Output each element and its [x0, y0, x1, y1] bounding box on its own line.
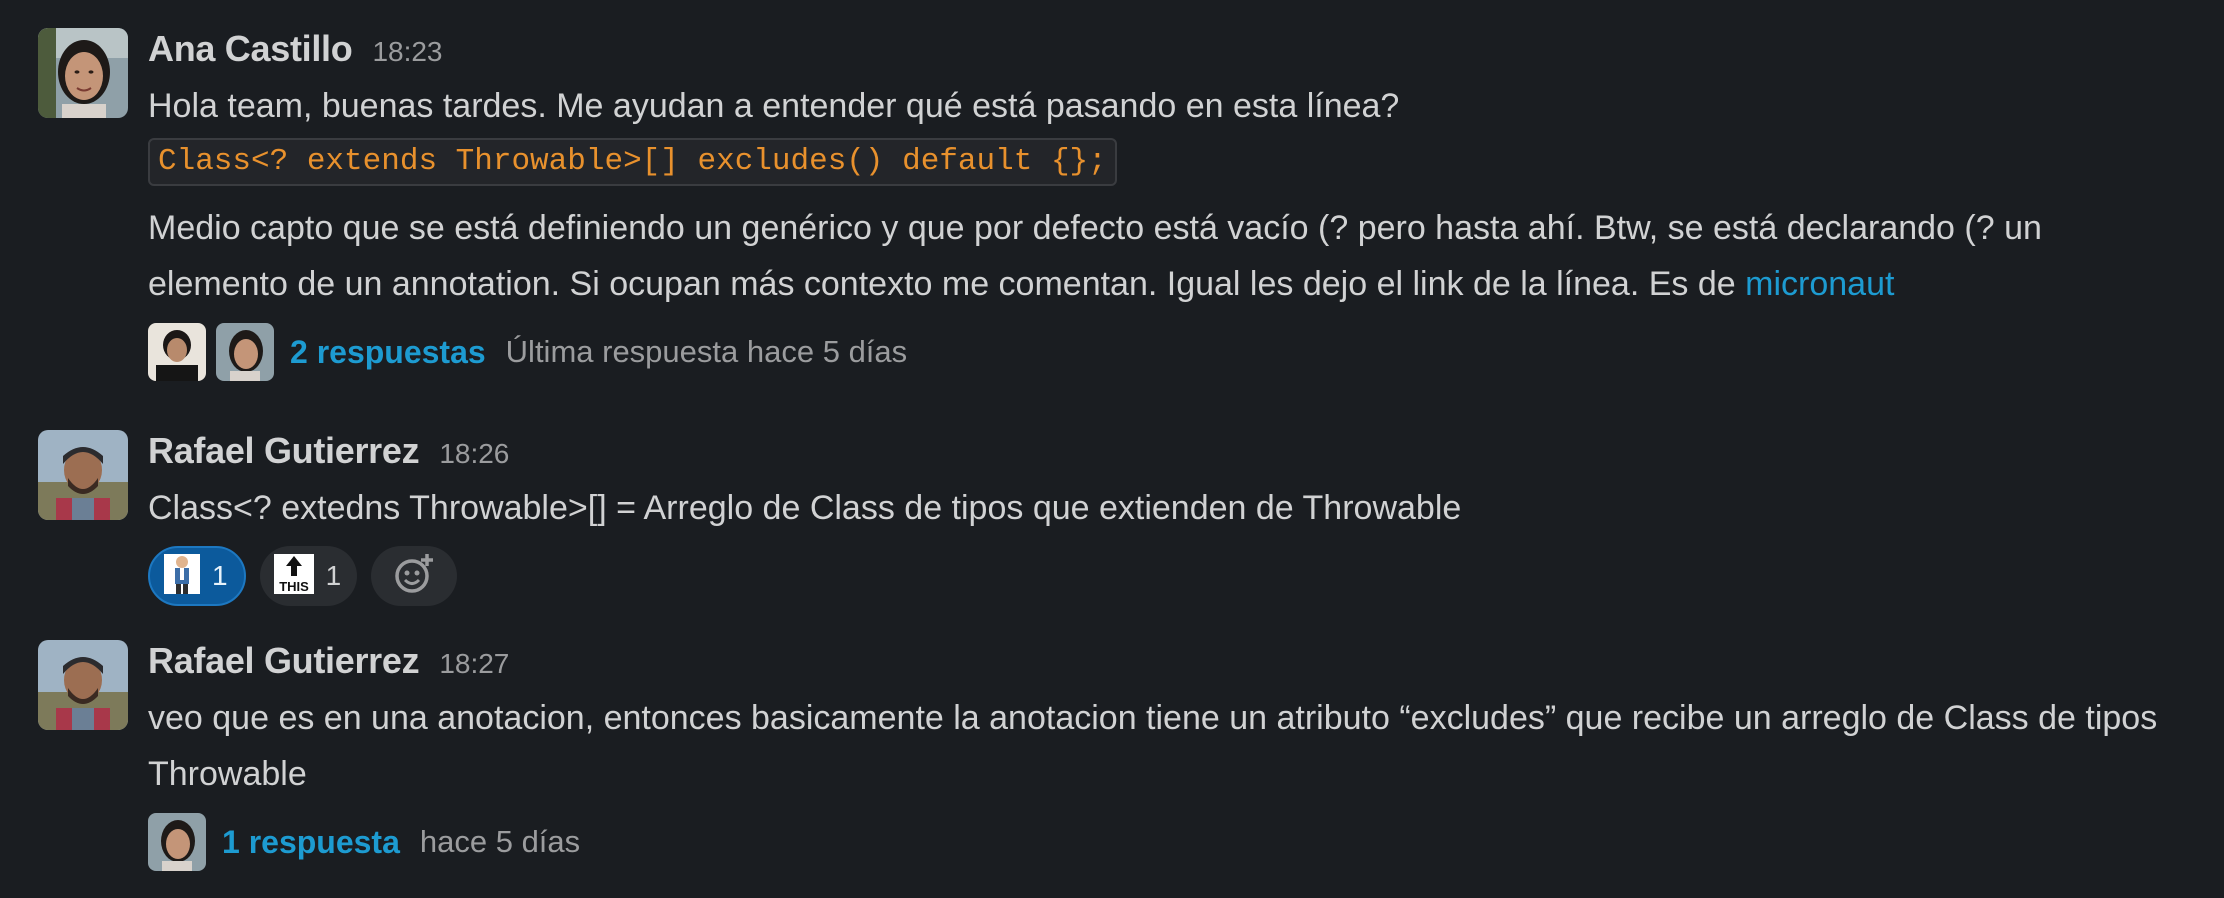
timestamp[interactable]: 18:27	[439, 648, 509, 680]
message-body: Ana Castillo 18:23 Hola team, buenas tar…	[148, 28, 2184, 384]
avatar-rafael-gutierrez[interactable]	[38, 430, 128, 520]
message-header: Rafael Gutierrez 18:27	[148, 640, 2184, 690]
last-reply-text: Última respuesta hace 5 días	[505, 334, 908, 369]
avatar-rafael-gutierrez[interactable]	[38, 640, 128, 730]
replies-link[interactable]: 2 respuestas	[290, 334, 486, 371]
author-name[interactable]: Rafael Gutierrez	[148, 640, 420, 682]
author-name[interactable]: Ana Castillo	[148, 28, 353, 70]
message-text: Hola team, buenas tardes. Me ayudan a en…	[148, 87, 1400, 125]
person-pointing-emoji	[164, 553, 200, 599]
message-text: Class<? extedns Throwable>[] = Arreglo d…	[148, 489, 1462, 527]
avatar-ana-castillo[interactable]	[38, 28, 128, 118]
reaction-count: 1	[325, 560, 342, 591]
last-reply-text: hace 5 días	[419, 824, 581, 859]
add-reaction-button[interactable]	[371, 546, 458, 606]
replies-link[interactable]: 1 respuesta	[222, 824, 400, 861]
reply-avatar	[148, 813, 206, 871]
thread-summary[interactable]: 1 respuesta hace 5 días	[148, 810, 2184, 874]
reactions-bar: 1 THIS 1	[148, 544, 2184, 608]
message-body: Rafael Gutierrez 18:27 veo que es en una…	[148, 640, 2184, 874]
message-header: Rafael Gutierrez 18:26	[148, 430, 2184, 480]
message-body: Rafael Gutierrez 18:26 Class<? extedns T…	[148, 430, 2184, 608]
this-arrow-emoji: THIS	[273, 553, 314, 599]
timestamp[interactable]: 18:23	[372, 36, 442, 68]
author-name[interactable]: Rafael Gutierrez	[148, 430, 420, 472]
thread-summary[interactable]: 2 respuestas Última respuesta hace 5 día…	[148, 320, 2184, 384]
reply-avatar	[148, 323, 206, 381]
timestamp[interactable]: 18:26	[439, 438, 509, 470]
message-feed: Ana Castillo 18:23 Hola team, buenas tar…	[0, 0, 2224, 898]
reaction-this[interactable]: THIS 1	[259, 546, 358, 606]
add-reaction-icon	[392, 552, 436, 601]
message-text: veo que es en una anotacion, entonces ba…	[148, 699, 2158, 793]
inline-code: Class<? extends Throwable>[] excludes() …	[148, 138, 1117, 186]
svg-text:THIS: THIS	[279, 579, 309, 594]
micronaut-link[interactable]: micronaut	[1745, 265, 1894, 303]
reply-avatar	[216, 323, 274, 381]
reaction-person-pointing[interactable]: 1	[148, 546, 246, 606]
message-paragraph: Medio capto que se está definiendo un ge…	[148, 200, 2184, 312]
reaction-count: 1	[212, 560, 228, 591]
message-header: Ana Castillo 18:23	[148, 28, 2184, 78]
